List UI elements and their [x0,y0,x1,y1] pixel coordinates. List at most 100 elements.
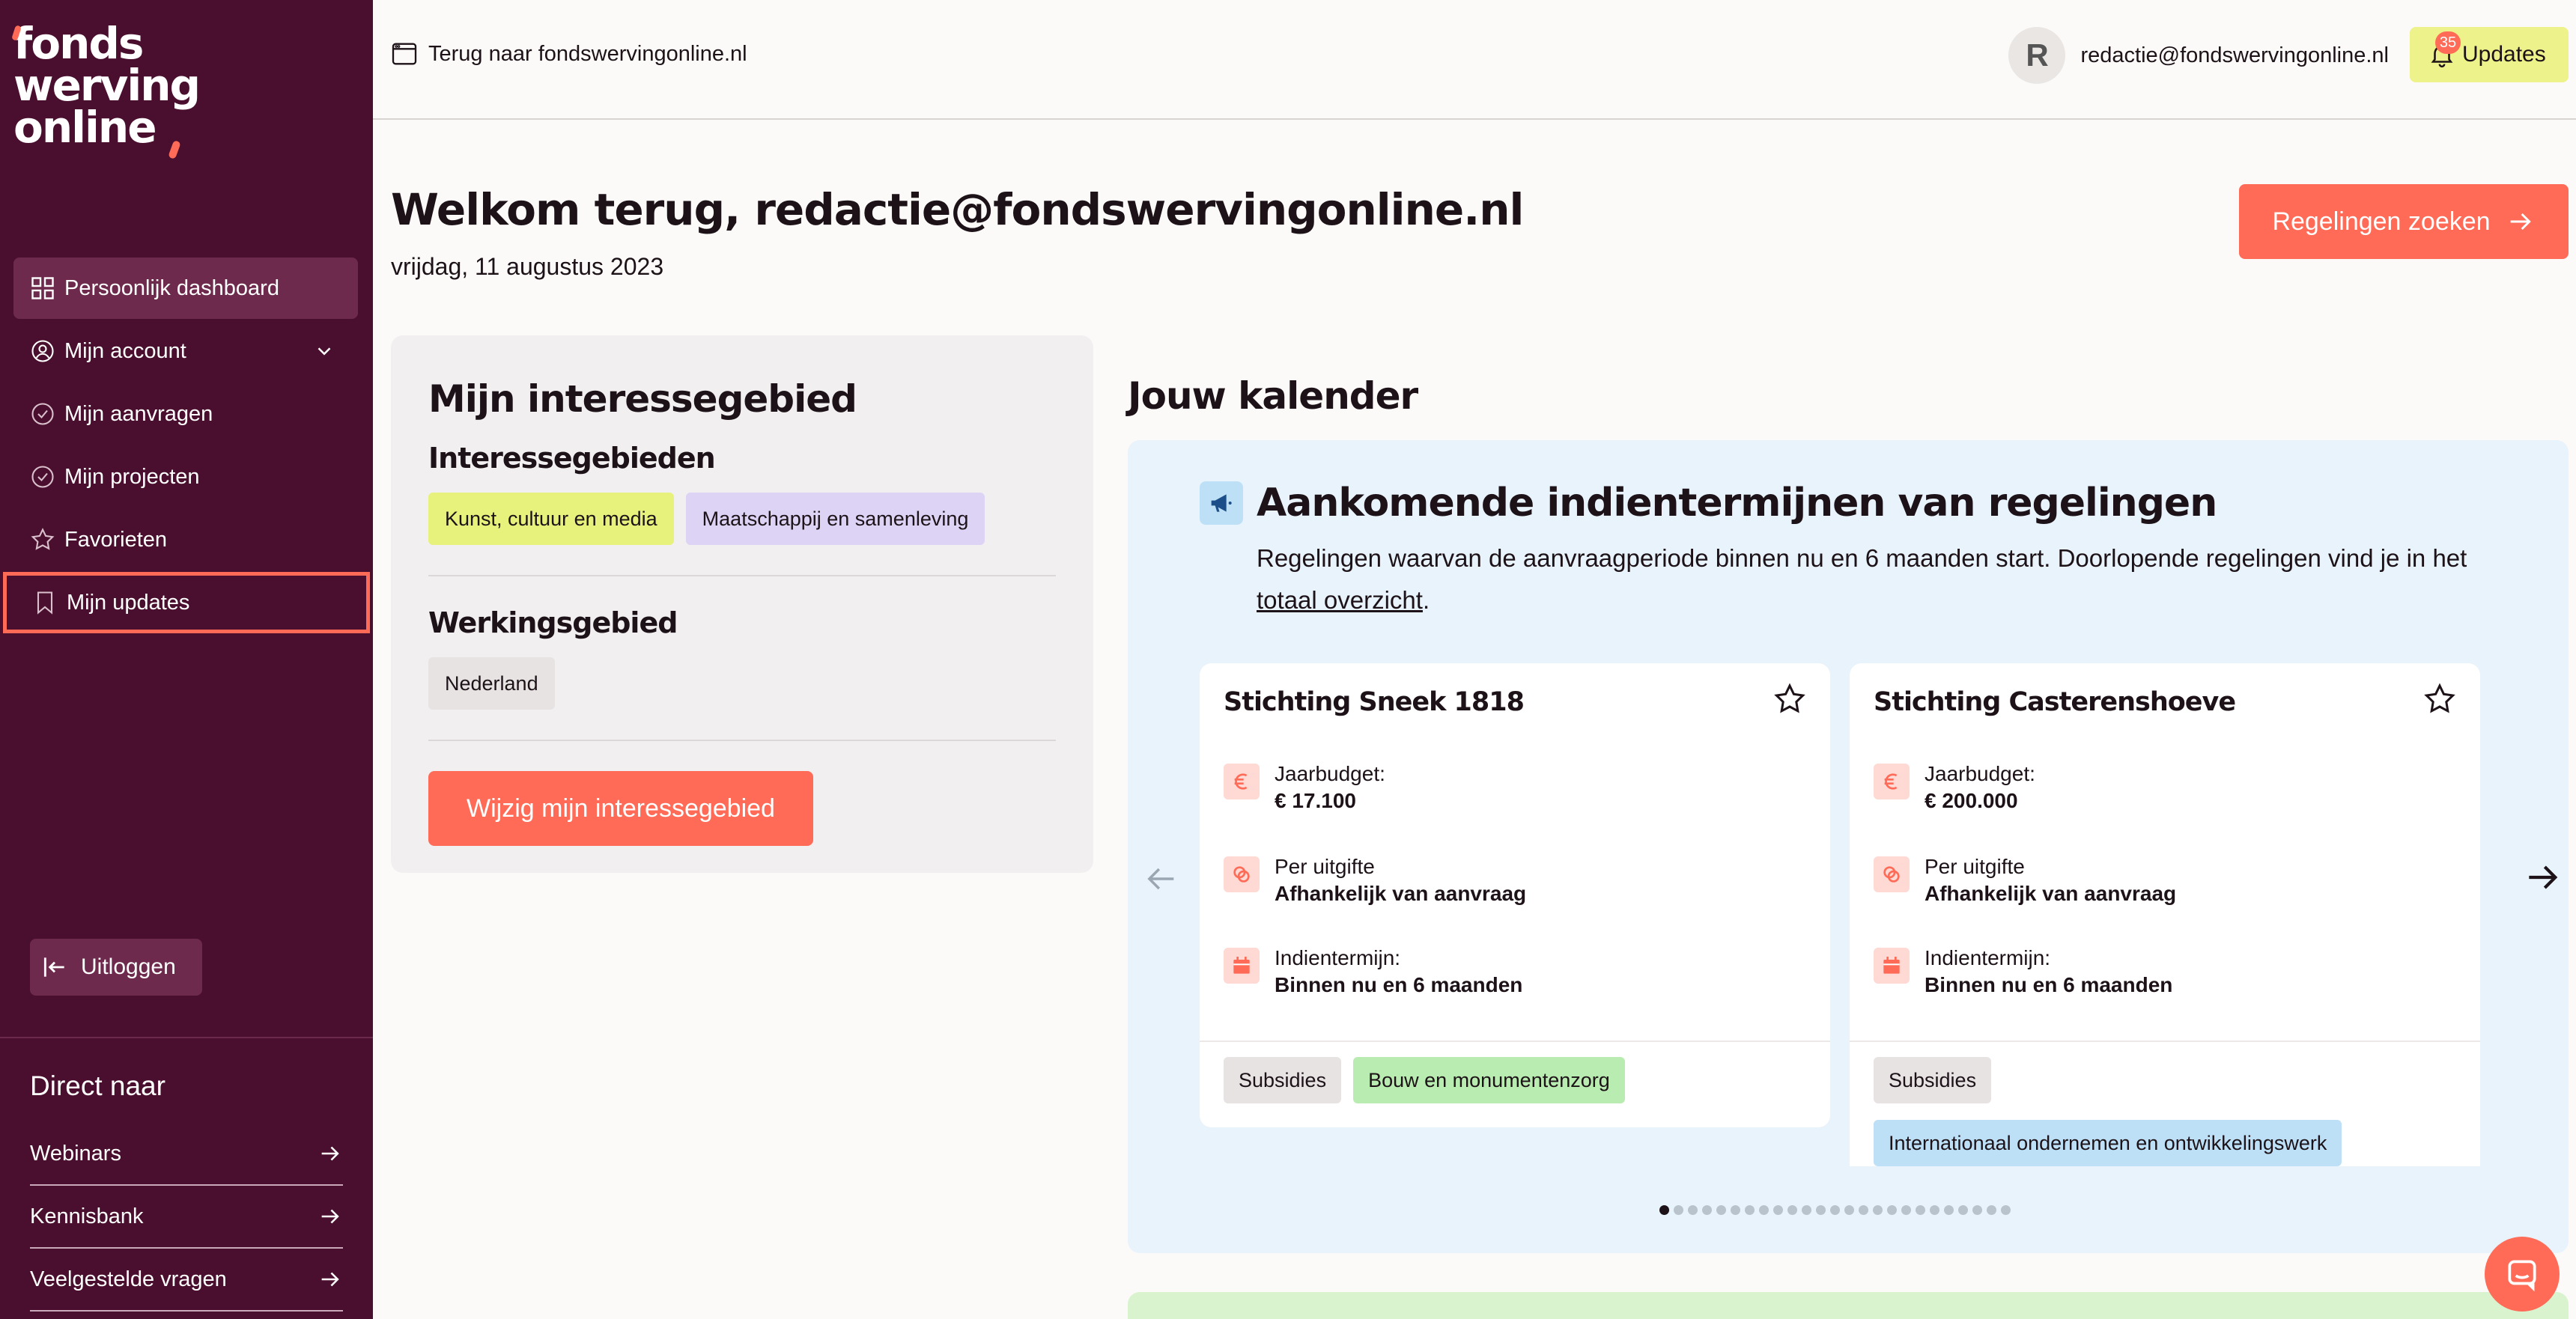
pagination-dot[interactable] [1759,1205,1769,1215]
pagination-dot[interactable] [1773,1205,1783,1215]
pagination-dot[interactable] [1887,1205,1897,1215]
sidebar-item-projecten[interactable]: Mijn projecten [13,446,358,508]
back-link[interactable]: Terug naar fondswervingonline.nl [389,39,747,69]
region-title: Werkingsgebied [428,606,678,639]
pagination-dot[interactable] [1830,1205,1840,1215]
pagination-dot[interactable] [2001,1205,2011,1215]
calendar-title: Jouw kalender [1128,374,1418,418]
card-divider [1850,1041,2480,1042]
arrow-right-icon [321,1272,339,1287]
carousel-pagination [1659,1205,2011,1215]
per-issue-label: Per uitgifte [1925,855,2025,878]
card-tag: Subsidies [1224,1057,1342,1103]
carousel-next-icon[interactable] [2522,856,2564,898]
pagination-dot[interactable] [1987,1205,1996,1215]
edit-interest-button[interactable]: Wijzig mijn interessegebied [428,771,813,846]
euro-icon [1224,764,1260,799]
card-budget: Jaarbudget: € 200.000 [1874,761,2035,814]
deadline-label: Indientermijn: [1925,946,2051,969]
direct-link-webinars[interactable]: Webinars [30,1123,343,1186]
card-title: Stichting Casterenshoeve [1874,687,2236,717]
calendar-header: Aankomende indientermijnen van regelinge… [1200,481,2217,526]
pagination-dot[interactable] [1901,1205,1911,1215]
pagination-dot[interactable] [1816,1205,1826,1215]
favorite-star-icon[interactable] [1772,681,1808,717]
pagination-dot[interactable] [1944,1205,1954,1215]
direct-links: Webinars Kennisbank Veelgestelde vragen [30,1123,343,1312]
pagination-dot[interactable] [1674,1205,1683,1215]
card-tag: Internationaal ondernemen en ontwikkelin… [1874,1120,2342,1166]
avatar: R [2008,27,2066,84]
pagination-dot[interactable] [1716,1205,1726,1215]
sidebar-item-account[interactable]: Mijn account [13,320,358,382]
pagination-dot[interactable] [1859,1205,1868,1215]
direct-link-kennisbank[interactable]: Kennisbank [30,1186,343,1249]
card-budget: Jaarbudget: € 17.100 [1224,761,1385,814]
sidebar-item-favorieten[interactable]: Favorieten [13,509,358,570]
pagination-dot[interactable] [1659,1205,1669,1215]
logo-line-2: werving [13,60,201,111]
interest-tag: Maatschappij en samenleving [685,493,985,545]
total-overview-link[interactable]: totaal overzicht [1257,586,1423,614]
favorite-star-icon[interactable] [2422,681,2458,717]
sidebar-item-updates[interactable]: Mijn updates [3,572,370,633]
current-date: vrijdag, 11 augustus 2023 [391,253,664,280]
interest-tag: Kunst, cultuur en media [428,493,674,545]
updates-button[interactable]: 35 Updates [2410,27,2569,82]
pagination-dot[interactable] [1930,1205,1939,1215]
card-tag: Subsidies [1874,1057,1992,1103]
deadline-label: Indientermijn: [1275,946,1401,969]
pagination-dot[interactable] [1873,1205,1883,1215]
pagination-dot[interactable] [1745,1205,1755,1215]
pagination-dot[interactable] [1688,1205,1698,1215]
star-icon [28,526,57,554]
deadline-value: Binnen nu en 6 maanden [1275,973,1523,996]
card-tags: Subsidies Internationaal ondernemen en o… [1874,1057,2458,1166]
carousel-prev-icon[interactable] [1141,859,1180,898]
updates-badge: 35 [2435,31,2461,54]
divider [428,740,1056,741]
arrow-right-icon [2510,213,2531,231]
grid-icon [28,274,57,302]
search-button-label: Regelingen zoeken [2272,207,2491,236]
sidebar: fonds werving online Persoonlijk dashboa… [0,0,373,1319]
logo-line-1: fonds [13,18,144,69]
logo-line-3: online [13,102,157,153]
regulation-card[interactable]: Stichting Sneek 1818 Jaarbudget: € 17.100… [1200,663,1830,1127]
calendar-desc-text: Regelingen waarvan de aanvraagperiode bi… [1257,544,2467,572]
chat-button[interactable] [2485,1237,2560,1312]
chevron-down-icon[interactable] [313,340,335,362]
sidebar-item-dashboard[interactable]: Persoonlijk dashboard [13,258,358,319]
pagination-dot[interactable] [1844,1205,1854,1215]
sidebar-divider [0,1037,373,1038]
pagination-dot[interactable] [1702,1205,1712,1215]
calendar-icon [1224,948,1260,984]
brand-logo[interactable]: fonds werving online [11,18,238,159]
pagination-dot[interactable] [1958,1205,1968,1215]
direct-link-faq[interactable]: Veelgestelde vragen [30,1249,343,1312]
pagination-dot[interactable] [1972,1205,1982,1215]
interest-title: Mijn interessegebied [428,377,857,421]
logout-button[interactable]: Uitloggen [30,939,202,996]
topbar: Terug naar fondswervingonline.nl R redac… [373,0,2576,120]
card-title: Stichting Sneek 1818 [1224,687,1525,717]
sidebar-item-aanvragen[interactable]: Mijn aanvragen [13,383,358,445]
back-link-label: Terug naar fondswervingonline.nl [428,41,747,66]
user-menu[interactable]: R redactie@fondswervingonline.nl [2008,27,2389,84]
interest-card: Mijn interessegebied Interessegebieden K… [391,335,1093,873]
direct-title: Direct naar [30,1070,165,1101]
browser-window-icon [392,43,417,65]
regulation-card[interactable]: Stichting Casterenshoeve Jaarbudget: € 20… [1850,663,2480,1166]
user-email: redactie@fondswervingonline.nl [2080,43,2389,67]
direct-link-label: Webinars [30,1141,121,1166]
pagination-dot[interactable] [1787,1205,1797,1215]
calendar-panel: Aankomende indientermijnen van regelinge… [1128,440,2569,1253]
search-regulations-button[interactable]: Regelingen zoeken [2239,184,2569,259]
pagination-dot[interactable] [1731,1205,1740,1215]
pagination-dot[interactable] [1802,1205,1811,1215]
pagination-dot[interactable] [1916,1205,1925,1215]
interest-areas-title: Interessegebieden [428,442,716,475]
deadline-value: Binnen nu en 6 maanden [1925,973,2173,996]
per-issue-value: Afhankelijk van aanvraag [1275,882,1527,905]
chat-icon [2508,1260,2536,1292]
